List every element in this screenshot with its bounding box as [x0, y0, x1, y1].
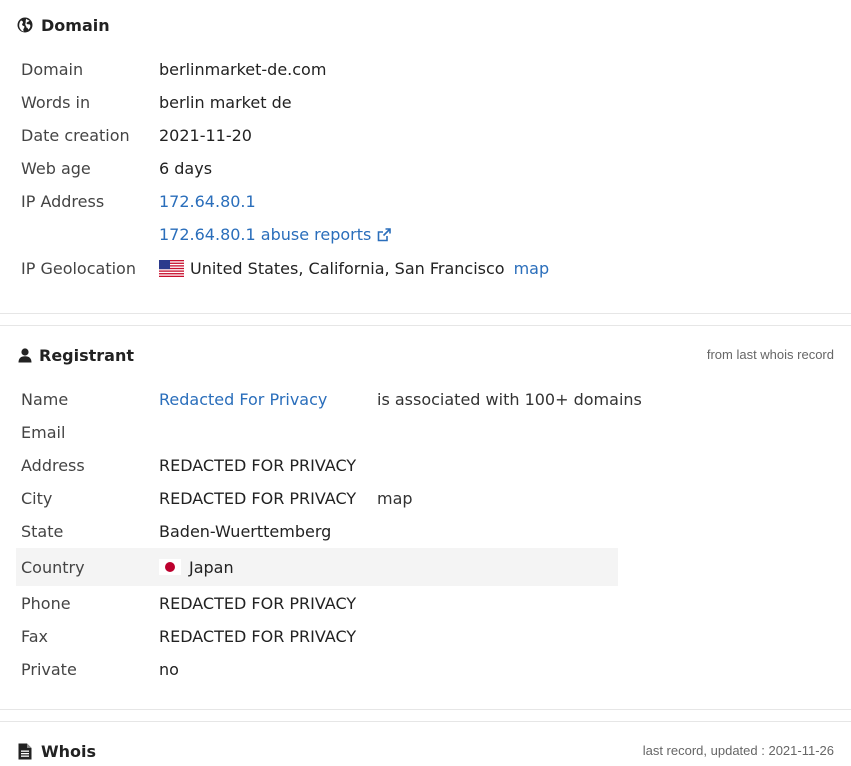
country-row: Country Japan	[16, 548, 618, 586]
abuse-reports-label: 172.64.80.1 abuse reports	[159, 225, 372, 244]
phone-row: Phone REDACTED FOR PRIVACY	[16, 587, 618, 620]
webage-row: Web age 6 days	[16, 152, 618, 185]
words-label: Words in	[21, 93, 91, 112]
state-value: Baden-Wuerttemberg	[159, 522, 332, 541]
webage-value: 6 days	[159, 159, 213, 178]
domain-row: Domain berlinmarket-de.com	[16, 53, 618, 86]
divider	[0, 721, 851, 722]
address-label: Address	[21, 456, 85, 475]
city-map-link[interactable]: map	[377, 489, 413, 508]
whois-section-header: Whois	[16, 739, 96, 763]
page: Domain Domain berlinmarket-de.com Words …	[0, 0, 851, 766]
country-value: Japan	[159, 558, 234, 577]
creation-value: 2021-11-20	[159, 126, 252, 145]
divider	[0, 313, 851, 314]
registrant-name-link[interactable]: Redacted For Privacy	[159, 390, 327, 409]
city-row: City REDACTED FOR PRIVACY map	[16, 482, 618, 515]
registrant-section-title: Registrant	[39, 345, 135, 365]
name-label: Name	[21, 390, 69, 409]
divider	[0, 325, 851, 326]
ip-address-link[interactable]: 172.64.80.1	[159, 192, 256, 211]
phone-value: REDACTED FOR PRIVACY	[159, 594, 357, 613]
domain-label: Domain	[21, 60, 84, 79]
city-value: REDACTED FOR PRIVACY	[159, 489, 357, 508]
fax-label: Fax	[21, 627, 49, 646]
state-row: State Baden-Wuerttemberg	[16, 515, 618, 548]
private-label: Private	[21, 660, 77, 679]
whois-section-title: Whois	[41, 741, 97, 761]
associated-domains-text: is associated with 100+ domains	[377, 390, 642, 409]
fax-row: Fax REDACTED FOR PRIVACY	[16, 620, 618, 653]
registrant-note: from last whois record	[706, 347, 834, 362]
registrant-section-header: Registrant	[16, 343, 134, 367]
private-row: Private no	[16, 653, 618, 686]
name-row: Name Redacted For Privacy is associated …	[16, 383, 642, 416]
city-label: City	[21, 489, 53, 508]
geo-value: United States, California, San Francisco…	[159, 259, 549, 278]
geo-location-text: United States, California, San Francisco	[190, 259, 505, 278]
webage-label: Web age	[21, 159, 91, 178]
geo-map-link[interactable]: map	[514, 259, 550, 278]
email-row: Email	[16, 416, 618, 449]
ip-label: IP Address	[21, 192, 105, 211]
domain-value: berlinmarket-de.com	[159, 60, 327, 79]
state-label: State	[21, 522, 64, 541]
abuse-value: 172.64.80.1 abuse reports	[159, 225, 392, 244]
phone-label: Phone	[21, 594, 71, 613]
geo-row: IP Geolocation United States, California…	[16, 252, 618, 285]
whois-note: last record, updated : 2021-11-26	[642, 743, 834, 758]
words-row: Words in berlin market de	[16, 86, 618, 119]
us-flag-icon	[159, 260, 184, 277]
address-row: Address REDACTED FOR PRIVACY	[16, 449, 618, 482]
name-value: Redacted For Privacy	[159, 390, 327, 409]
abuse-row: 172.64.80.1 abuse reports	[16, 218, 618, 251]
fax-value: REDACTED FOR PRIVACY	[159, 627, 357, 646]
country-label: Country	[21, 557, 85, 577]
divider	[0, 709, 851, 710]
japan-flag-icon	[159, 559, 181, 575]
creation-label: Date creation	[21, 126, 130, 145]
globe-icon	[16, 16, 34, 34]
abuse-reports-link[interactable]: 172.64.80.1 abuse reports	[159, 225, 371, 244]
ip-value: 172.64.80.1	[159, 192, 256, 211]
geo-label: IP Geolocation	[21, 259, 136, 278]
words-value: berlin market de	[159, 93, 292, 112]
domain-section-header: Domain	[16, 13, 110, 37]
external-link-icon[interactable]	[376, 227, 392, 243]
domain-section-title: Domain	[41, 15, 110, 35]
ip-row: IP Address 172.64.80.1	[16, 185, 618, 218]
email-label: Email	[21, 423, 66, 442]
document-icon	[16, 742, 34, 760]
creation-row: Date creation 2021-11-20	[16, 119, 618, 152]
private-value: no	[159, 660, 179, 679]
user-icon	[16, 346, 34, 364]
country-name: Japan	[189, 557, 234, 577]
address-value: REDACTED FOR PRIVACY	[159, 456, 357, 475]
